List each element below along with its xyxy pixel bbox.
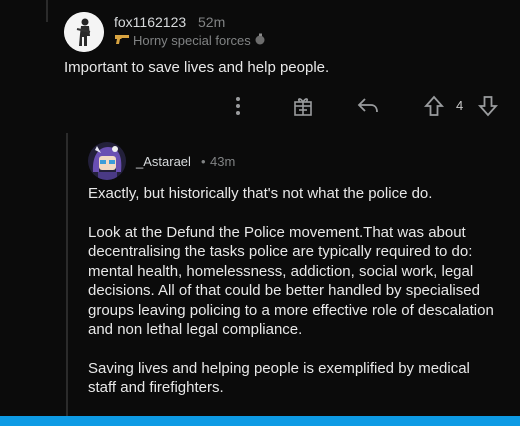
downvote-button[interactable] — [476, 94, 500, 118]
flair-text: Horny special forces — [133, 33, 251, 48]
accent-bar — [0, 416, 520, 426]
anime-avatar-icon — [88, 142, 126, 180]
upvote-button[interactable] — [422, 94, 446, 118]
vote-count: 4 — [456, 98, 464, 113]
gift-icon — [294, 98, 312, 116]
reply-paragraph: Saving lives and helping people is exemp… — [88, 359, 470, 397]
reply-paragraph: Exactly, but historically that's not wha… — [88, 185, 433, 202]
reply-body: Exactly, but historically that's not wha… — [88, 184, 500, 417]
grenade-icon — [254, 33, 266, 48]
reply-paragraph: Look at the Defund the Police movement.T… — [88, 223, 494, 339]
more-options-button[interactable] — [228, 94, 248, 118]
downvote-arrow-icon — [478, 96, 498, 117]
avatar[interactable] — [64, 12, 104, 52]
upvote-arrow-icon — [424, 95, 444, 116]
reply-timestamp: 43m — [210, 154, 236, 169]
thread-line-parent[interactable] — [66, 133, 68, 416]
gun-icon — [114, 33, 130, 48]
timestamp: 52m — [198, 14, 226, 30]
thread-line-outer[interactable] — [46, 0, 48, 22]
reply-button[interactable] — [354, 94, 382, 118]
reply-arrow-icon — [357, 98, 378, 113]
soldier-avatar-icon — [64, 12, 104, 52]
reply-separator: • — [201, 154, 206, 169]
award-button[interactable] — [290, 94, 316, 118]
comment-body: Important to save lives and help people. — [64, 59, 330, 76]
user-flair: Horny special forces — [114, 33, 266, 48]
reply-avatar[interactable] — [88, 142, 126, 180]
username[interactable]: fox1162123 — [114, 14, 186, 30]
vertical-dots-icon — [236, 97, 240, 115]
reply-username[interactable]: _Astarael — [136, 154, 191, 169]
